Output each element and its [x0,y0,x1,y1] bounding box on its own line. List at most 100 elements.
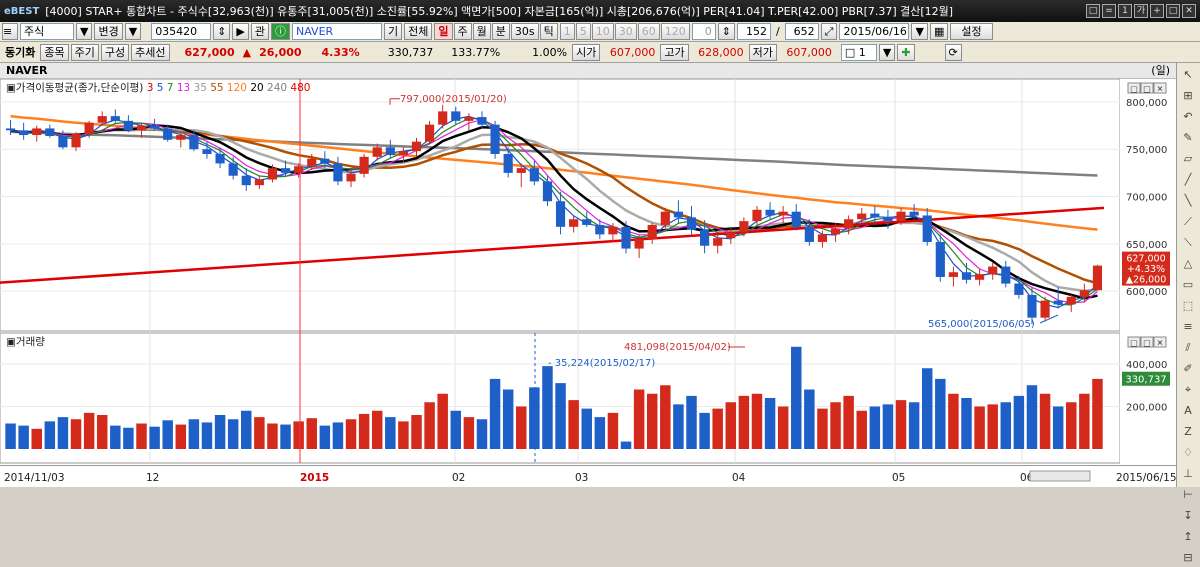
drawing-tool-icon[interactable]: ⫽ [1179,339,1197,357]
spin-icon[interactable]: ⇕ [717,23,735,40]
window-button-6[interactable]: ✕ [1182,4,1196,18]
info-icon[interactable]: ⓘ [271,23,290,40]
window-button-1[interactable]: = [1102,4,1116,18]
drawing-tool-icon[interactable]: ╲ [1179,192,1197,210]
drawing-tool-icon[interactable]: ▭ [1179,276,1197,294]
drawing-tool-icon[interactable]: ▱ [1179,150,1197,168]
code-spinner-icon[interactable]: ⇕ [213,23,231,40]
tick-tab[interactable]: 120 [660,23,690,40]
drawing-tool-icon[interactable]: ≡ [1179,318,1197,336]
drawing-tool-icon[interactable]: ✐ [1179,360,1197,378]
tick-tab[interactable]: 5 [575,23,591,40]
count-field-1[interactable]: 152 [736,23,771,40]
market-dropdown-icon[interactable]: ▼ [76,23,93,40]
stock-code-input[interactable]: 035420 [151,23,212,40]
candle-body [713,238,723,246]
play-icon[interactable]: ▶ [232,23,249,40]
related-button[interactable]: 관 [250,23,269,40]
drawing-tool-icon[interactable]: ♢ [1179,444,1197,462]
compose-button[interactable]: 구성 [100,43,130,61]
calendar-icon[interactable]: ▦ [929,23,949,40]
settings-button[interactable]: 설정 [950,23,993,40]
candle-body [464,117,474,121]
change-percent: 4.33% [321,45,360,59]
candle-body [791,211,801,227]
market-select[interactable]: 주식 [20,23,74,40]
candle-body [660,211,670,225]
count-field-2[interactable]: 652 [784,23,819,40]
stock-name-field[interactable]: NAVER [292,23,382,40]
sync-label[interactable]: 동기화 [2,44,38,60]
candle-body [870,213,880,218]
drawing-tool-icon[interactable]: ↖ [1179,66,1197,84]
chart-area[interactable]: 800,000 750,000 700,000 650,000 600,000 400,0… [0,78,1176,465]
period-tab[interactable]: 30s [510,23,539,40]
drawing-tool-icon[interactable]: ⟍ [1179,234,1197,252]
drawing-tool-icon[interactable]: ⊥ [1179,465,1197,483]
period-tab[interactable]: 주 [453,23,472,40]
chart-svg[interactable]: 800,000 750,000 700,000 650,000 600,000 400,0… [0,78,1176,465]
drawing-tool-icon[interactable]: Z [1179,423,1197,441]
drawing-tool-icon[interactable]: ⬚ [1179,297,1197,315]
x-scroll-slider[interactable] [1029,470,1091,482]
volume-bar [895,400,907,449]
period-tab[interactable]: 일 [434,23,453,40]
volume-bar [31,428,42,449]
date-field[interactable]: 2015/06/16 [839,23,910,40]
drawing-tool-icon[interactable]: ✎ [1179,129,1197,147]
line-dropdown-icon[interactable]: ▼ [878,43,896,61]
candle-body [896,211,906,222]
drawing-tool-icon[interactable]: ╱ [1179,171,1197,189]
drawing-tool-icon[interactable]: △ [1179,255,1197,273]
candle-body [726,232,736,239]
window-button-4[interactable]: + [1150,4,1164,18]
tick-tab[interactable]: 1 [559,23,575,40]
trendline-button[interactable]: 추세선 [131,43,170,61]
drawing-tool-icon[interactable]: A [1179,402,1197,420]
volume-bar [411,415,422,449]
panel-button-icon: ✕ [1157,85,1164,94]
drawing-tool-icon[interactable]: ⊟ [1179,549,1197,567]
candle-body [935,241,945,277]
drawing-tool-icon[interactable]: ↧ [1179,507,1197,525]
drawing-tool-icon[interactable]: ⊞ [1179,87,1197,105]
window-button-2[interactable]: 1 [1118,4,1132,18]
candle-body [241,175,251,186]
spin-field[interactable]: 0 [691,23,716,40]
change-dropdown-icon[interactable]: ▼ [124,23,142,40]
window-button-0[interactable]: □ [1086,4,1100,18]
cycle-button[interactable]: 주기 [70,43,99,61]
line-count-select[interactable]: □ 1 [840,43,877,61]
tick-tab[interactable]: 10 [591,23,614,40]
item-button[interactable]: 종목 [40,43,69,61]
drawing-tool-icon[interactable]: ↥ [1179,528,1197,546]
candle-body [150,125,160,129]
menu-icon[interactable]: ≡ [2,23,18,40]
tick-tab[interactable]: 60 [637,23,660,40]
period-tab[interactable]: 월 [472,23,491,40]
tick-tab[interactable]: 30 [614,23,637,40]
pct2-value: 1.00% [532,45,568,59]
add-icon[interactable]: ✚ [897,43,915,61]
x-axis-label: 05 [892,472,905,484]
all-button[interactable]: 전체 [404,23,433,40]
drawing-tool-icon[interactable]: ⟋ [1179,213,1197,231]
window-button-3[interactable]: 가 [1134,4,1148,18]
line-count-value: 1 [858,45,866,59]
zoom-icon[interactable]: ⤢ [820,23,838,40]
drawing-tool-icon[interactable]: ⌖ [1179,381,1197,399]
drawing-tool-icon[interactable]: ↶ [1179,108,1197,126]
volume-tick-label: 200,000 [1126,403,1167,414]
window-button-5[interactable]: □ [1166,4,1180,18]
volume-bar [555,383,566,449]
period-tab[interactable]: 틱 [539,23,558,40]
annot-volume-low: - 35,224(2015/02/17) [548,358,655,369]
volume-bar [830,402,841,449]
open-value: 607,000 [609,45,656,59]
period-tab[interactable]: 분 [491,23,510,40]
change-button[interactable]: 변경 [94,23,123,40]
date-dropdown-icon[interactable]: ▼ [911,23,928,40]
refresh-icon[interactable]: ⟳ [944,43,962,61]
drawing-tool-icon[interactable]: ⊢ [1179,486,1197,504]
ki-button[interactable]: 기 [384,23,403,40]
